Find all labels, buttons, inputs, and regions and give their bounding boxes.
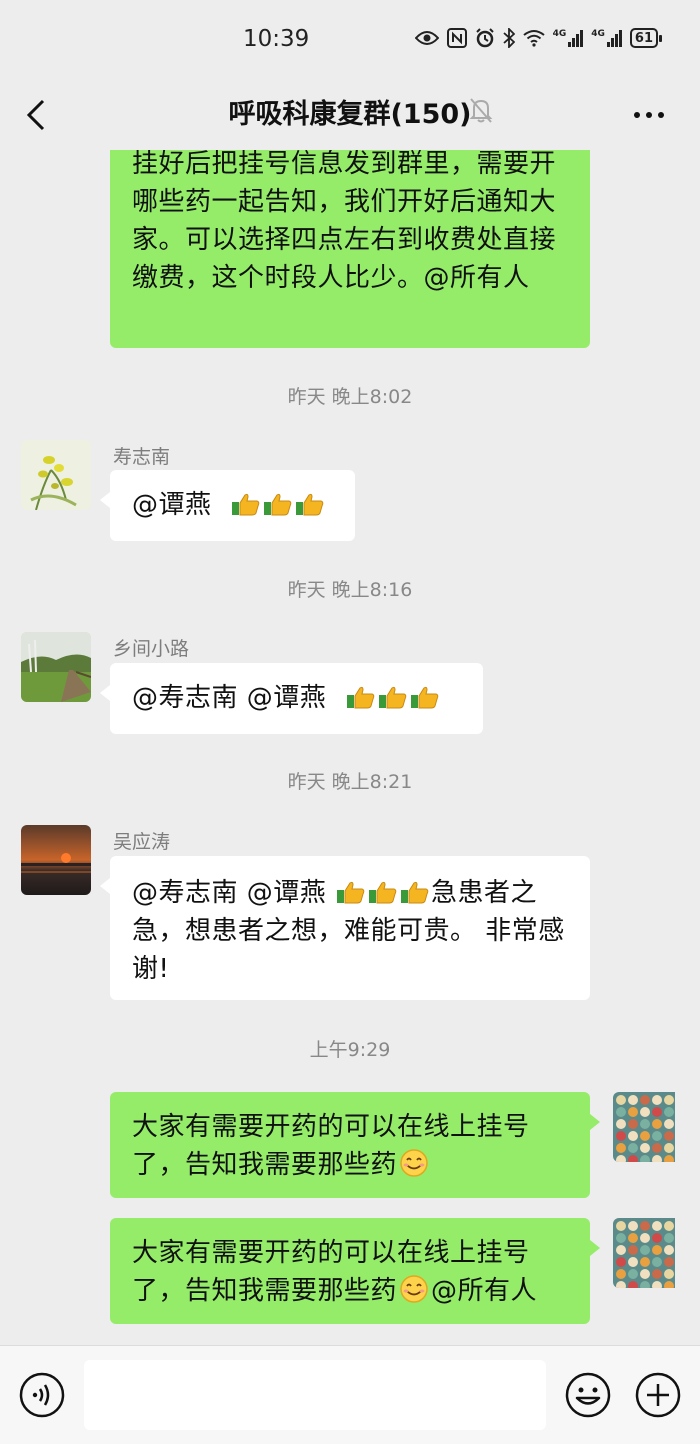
input-bar [0,1345,700,1444]
avatar[interactable] [21,440,91,510]
more-functions-button[interactable] [634,1371,682,1419]
message-input[interactable] [84,1360,546,1430]
nfc-icon [446,28,467,48]
message-text: @寿志南 @谭燕 [132,878,336,908]
eye-icon [414,30,439,46]
message-bubble-in[interactable]: @寿志南 @谭燕 [100,663,483,734]
chat-title: 呼吸科康复群(150) [228,99,472,130]
thumbs-up-emoji [335,878,431,908]
message-text-cont: @所有人 [431,1276,538,1306]
message-bubble-out[interactable]: 大家有需要开药的可以在线上挂号了，告知我需要那些药 [110,1092,600,1198]
battery-icon: 61 [629,28,663,48]
smile-emoji [397,1275,431,1306]
avatar[interactable] [21,825,91,895]
emoji-icon [565,1372,611,1418]
avatar[interactable] [21,632,91,702]
wifi-icon [522,29,545,47]
message-text: 挂好后把挂号信息发到群里，需要开哪些药一起告知，我们开好后通知大家。可以选择四点… [132,150,557,293]
cell-signal-1-icon: 4G [553,29,584,47]
smile-emoji [397,1149,431,1180]
message-bubble-in[interactable]: @谭燕 [100,470,355,541]
network-type-2: 4G [591,29,605,39]
timestamp: 昨天 晚上8:02 [287,386,413,408]
self-avatar[interactable] [613,1092,683,1162]
sender-name: 吴应涛 [113,831,171,853]
sender-name: 寿志南 [113,446,171,468]
message-text: @寿志南 @谭燕 [132,683,327,713]
voice-button[interactable] [18,1371,66,1419]
chat-area[interactable]: 挂好后把挂号信息发到群里，需要开哪些药一起告知，我们开好后通知大家。可以选择四点… [0,150,700,1345]
alarm-icon [475,28,495,48]
cell-signal-2-icon: 4G [591,29,622,47]
thumbs-up-emoji [345,683,441,713]
message-bubble-in[interactable]: @寿志南 @谭燕 急患者之急，想患者之想，难能可贵。 非常感谢! [100,856,590,1000]
more-button[interactable] [628,90,670,140]
emoji-button[interactable] [564,1371,612,1419]
status-time: 10:39 [243,26,310,52]
message-text: @谭燕 [132,490,212,520]
voice-icon [19,1372,65,1418]
message-bubble-out[interactable]: 大家有需要开药的可以在线上挂号了，告知我需要那些药 @所有人 [110,1218,600,1324]
mute-bell-icon [468,96,494,128]
status-icons: 4G 4G 61 [414,28,663,48]
timestamp: 昨天 晚上8:16 [287,579,413,601]
message-bubble-out[interactable]: 挂好后把挂号信息发到群里，需要开哪些药一起告知，我们开好后通知大家。可以选择四点… [110,150,590,348]
message-text: 大家有需要开药的可以在线上挂号了，告知我需要那些药 [132,1112,530,1180]
thumbs-up-emoji [230,490,326,520]
title-bar: 呼吸科康复群(150) [0,80,700,150]
plus-icon [635,1372,681,1418]
bluetooth-icon [502,28,515,48]
self-avatar[interactable] [613,1218,683,1288]
status-bar: 10:39 4G 4G 61 [0,0,700,80]
network-type-1: 4G [552,29,567,39]
sender-name: 乡间小路 [113,638,190,660]
battery-level: 61 [634,30,653,46]
timestamp: 上午9:29 [309,1039,391,1061]
more-dots-icon [634,112,640,118]
timestamp: 昨天 晚上8:21 [287,771,413,793]
